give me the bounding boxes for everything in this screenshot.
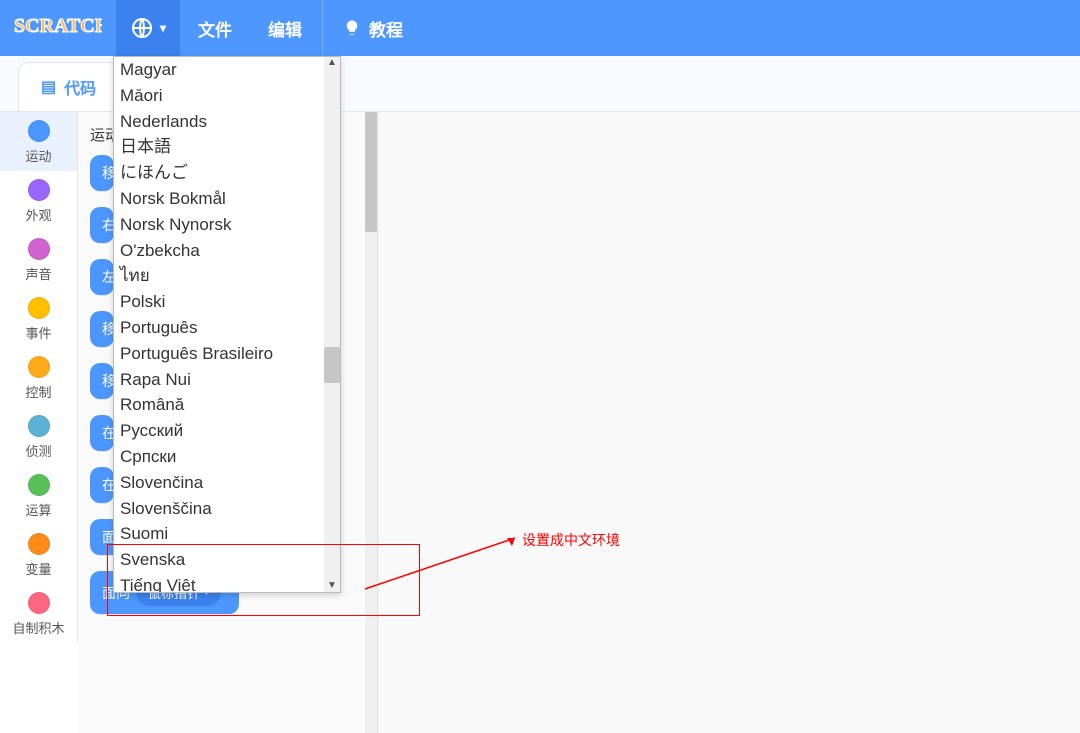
- menu-divider: [322, 0, 323, 56]
- annotation-arrow: [360, 534, 520, 594]
- category-item[interactable]: 运算: [0, 466, 77, 525]
- category-label: 事件: [0, 323, 77, 342]
- tutorials-menu[interactable]: 教程: [325, 0, 421, 56]
- svg-text:SCRATCH: SCRATCH: [14, 15, 102, 37]
- globe-icon: [130, 16, 154, 40]
- language-item[interactable]: ไทย: [114, 263, 340, 289]
- category-dot: [28, 592, 50, 614]
- tab-code[interactable]: ▤ 代码: [18, 62, 119, 111]
- workspace[interactable]: [378, 56, 1080, 733]
- category-item[interactable]: 事件: [0, 289, 77, 348]
- block-move[interactable]: 移动: [90, 155, 114, 191]
- category-dot: [28, 415, 50, 437]
- tab-code-label: 代码: [64, 75, 96, 99]
- category-label: 控制: [0, 382, 77, 401]
- language-item[interactable]: Српски: [114, 444, 340, 470]
- caret-down-icon: ▾: [160, 21, 166, 35]
- language-list: MagyarMāoriNederlands日本語にほんごNorsk Bokmål…: [114, 57, 340, 592]
- block-turn-left[interactable]: 左转: [90, 259, 114, 295]
- category-label: 变量: [0, 559, 77, 578]
- language-item[interactable]: Slovenčina: [114, 470, 340, 496]
- category-rail: 运动外观声音事件控制侦测运算变量自制积木: [0, 112, 78, 643]
- category-label: 运算: [0, 500, 77, 519]
- language-item[interactable]: Português: [114, 315, 340, 341]
- category-label: 自制积木: [0, 618, 77, 637]
- block-turn-right[interactable]: 右转: [90, 207, 114, 243]
- language-item[interactable]: Norsk Nynorsk: [114, 212, 340, 238]
- category-dot: [28, 179, 50, 201]
- block-goto[interactable]: 移到: [90, 311, 114, 347]
- annotation-text: 设置成中文环境: [522, 530, 620, 550]
- language-item[interactable]: Русский: [114, 418, 340, 444]
- category-label: 声音: [0, 264, 77, 283]
- category-item[interactable]: 自制积木: [0, 584, 77, 643]
- palette-scrollbar-thumb[interactable]: [365, 112, 377, 232]
- category-item[interactable]: 声音: [0, 230, 77, 289]
- language-item[interactable]: O'zbekcha: [114, 238, 340, 264]
- category-rail-wrap: 运动外观声音事件控制侦测运算变量自制积木: [0, 56, 78, 733]
- menubar: SCRATCH ▾ 文件 编辑 教程: [0, 0, 1080, 56]
- category-item[interactable]: 控制: [0, 348, 77, 407]
- language-item[interactable]: Māori: [114, 83, 340, 109]
- category-item[interactable]: 运动: [0, 112, 77, 171]
- language-dropdown: MagyarMāoriNederlands日本語にほんごNorsk Bokmål…: [113, 56, 341, 593]
- language-item[interactable]: Română: [114, 392, 340, 418]
- dropdown-scrollbar-thumb[interactable]: [324, 347, 340, 383]
- category-dot: [28, 297, 50, 319]
- category-item[interactable]: 外观: [0, 171, 77, 230]
- language-item[interactable]: Norsk Bokmål: [114, 186, 340, 212]
- category-label: 外观: [0, 205, 77, 224]
- category-dot: [28, 120, 50, 142]
- category-item[interactable]: 侦测: [0, 407, 77, 466]
- category-item[interactable]: 变量: [0, 525, 77, 584]
- code-icon: ▤: [41, 77, 56, 97]
- language-item[interactable]: 日本語: [114, 134, 340, 160]
- category-dot: [28, 533, 50, 555]
- category-dot: [28, 356, 50, 378]
- language-item[interactable]: Rapa Nui: [114, 367, 340, 393]
- file-menu[interactable]: 文件: [180, 0, 250, 56]
- category-label: 侦测: [0, 441, 77, 460]
- language-item[interactable]: にほんご: [114, 160, 340, 186]
- lightbulb-icon: [343, 19, 361, 37]
- tutorials-label: 教程: [369, 16, 403, 41]
- edit-menu[interactable]: 编辑: [250, 0, 320, 56]
- language-item[interactable]: Português Brasileiro: [114, 341, 340, 367]
- block-goto-xy[interactable]: 移到: [90, 363, 114, 399]
- language-menu[interactable]: ▾: [116, 0, 180, 56]
- scroll-up-icon[interactable]: ▲: [326, 57, 338, 69]
- category-dot: [28, 474, 50, 496]
- language-item[interactable]: Magyar: [114, 57, 340, 83]
- block-glide-rand[interactable]: 在: [90, 467, 114, 503]
- category-label: 运动: [0, 146, 77, 165]
- scratch-logo[interactable]: SCRATCH: [14, 12, 102, 45]
- category-dot: [28, 238, 50, 260]
- language-item[interactable]: Nederlands: [114, 109, 340, 135]
- dropdown-scrollbar-track[interactable]: [324, 57, 340, 592]
- language-item[interactable]: Polski: [114, 289, 340, 315]
- block-glide[interactable]: 在: [90, 415, 114, 451]
- language-item[interactable]: Slovenščina: [114, 496, 340, 522]
